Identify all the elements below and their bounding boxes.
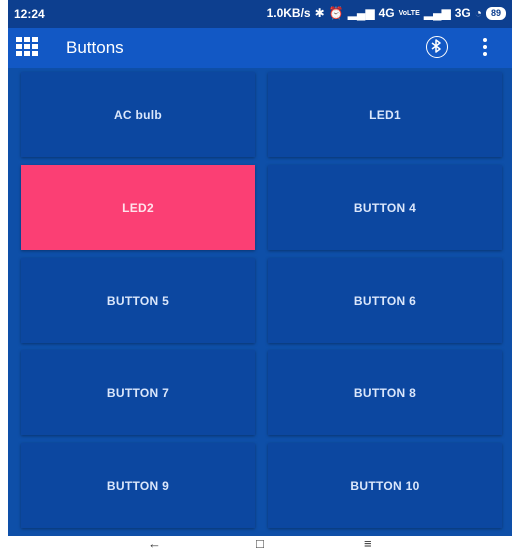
battery-indicator: 89 <box>485 6 506 20</box>
status-time: 12:24 <box>14 7 45 21</box>
button-9[interactable]: BUTTON 9 <box>21 443 255 528</box>
button-led1[interactable]: LED1 <box>268 72 502 157</box>
grid-menu-icon[interactable] <box>16 37 38 57</box>
more-vert-icon[interactable] <box>480 37 490 59</box>
system-nav-bar: ← □ ≡ <box>8 536 512 553</box>
signal-icon-2: ▂▄▆ <box>423 6 451 20</box>
button-10[interactable]: BUTTON 10 <box>268 443 502 528</box>
button-5[interactable]: BUTTON 5 <box>21 258 255 343</box>
net-speed: 1.0KB/s <box>266 6 311 20</box>
net-type-3g: 3G <box>454 6 471 20</box>
status-bar: 12:24 1.0KB/s ✱ ⏰ ▂▄▆ 4G VoLTE ▂▄▆ 3G ◔ … <box>8 0 512 28</box>
bluetooth-status-icon: ✱ <box>314 6 325 20</box>
volte-label: VoLTE <box>398 9 420 17</box>
button-led2[interactable]: LED2 <box>21 165 255 250</box>
button-4[interactable]: BUTTON 4 <box>268 165 502 250</box>
home-square-icon[interactable]: □ <box>256 536 264 552</box>
net-type-4g: 4G <box>378 6 395 20</box>
alarm-icon: ⏰ <box>328 6 344 20</box>
app-bar: Buttons <box>8 28 512 68</box>
button-6[interactable]: BUTTON 6 <box>268 258 502 343</box>
bluetooth-icon[interactable] <box>426 36 448 58</box>
button-7[interactable]: BUTTON 7 <box>21 350 255 435</box>
signal-icon: ▂▄▆ <box>347 6 375 20</box>
app-title: Buttons <box>66 38 124 57</box>
phone-screen: 12:24 1.0KB/s ✱ ⏰ ▂▄▆ 4G VoLTE ▂▄▆ 3G ◔ … <box>8 0 512 553</box>
button-grid: AC bulb LED1 LED2 BUTTON 4 BUTTON 5 BUTT… <box>8 68 512 536</box>
recents-menu-icon[interactable]: ≡ <box>364 536 372 552</box>
button-8[interactable]: BUTTON 8 <box>268 350 502 435</box>
back-arrow-icon[interactable]: ← <box>148 536 161 552</box>
button-ac-bulb[interactable]: AC bulb <box>21 72 255 157</box>
status-indicators: 1.0KB/s ✱ ⏰ ▂▄▆ 4G VoLTE ▂▄▆ 3G ◔ 89 <box>267 6 506 20</box>
wifi-icon: ◔ <box>474 6 482 20</box>
